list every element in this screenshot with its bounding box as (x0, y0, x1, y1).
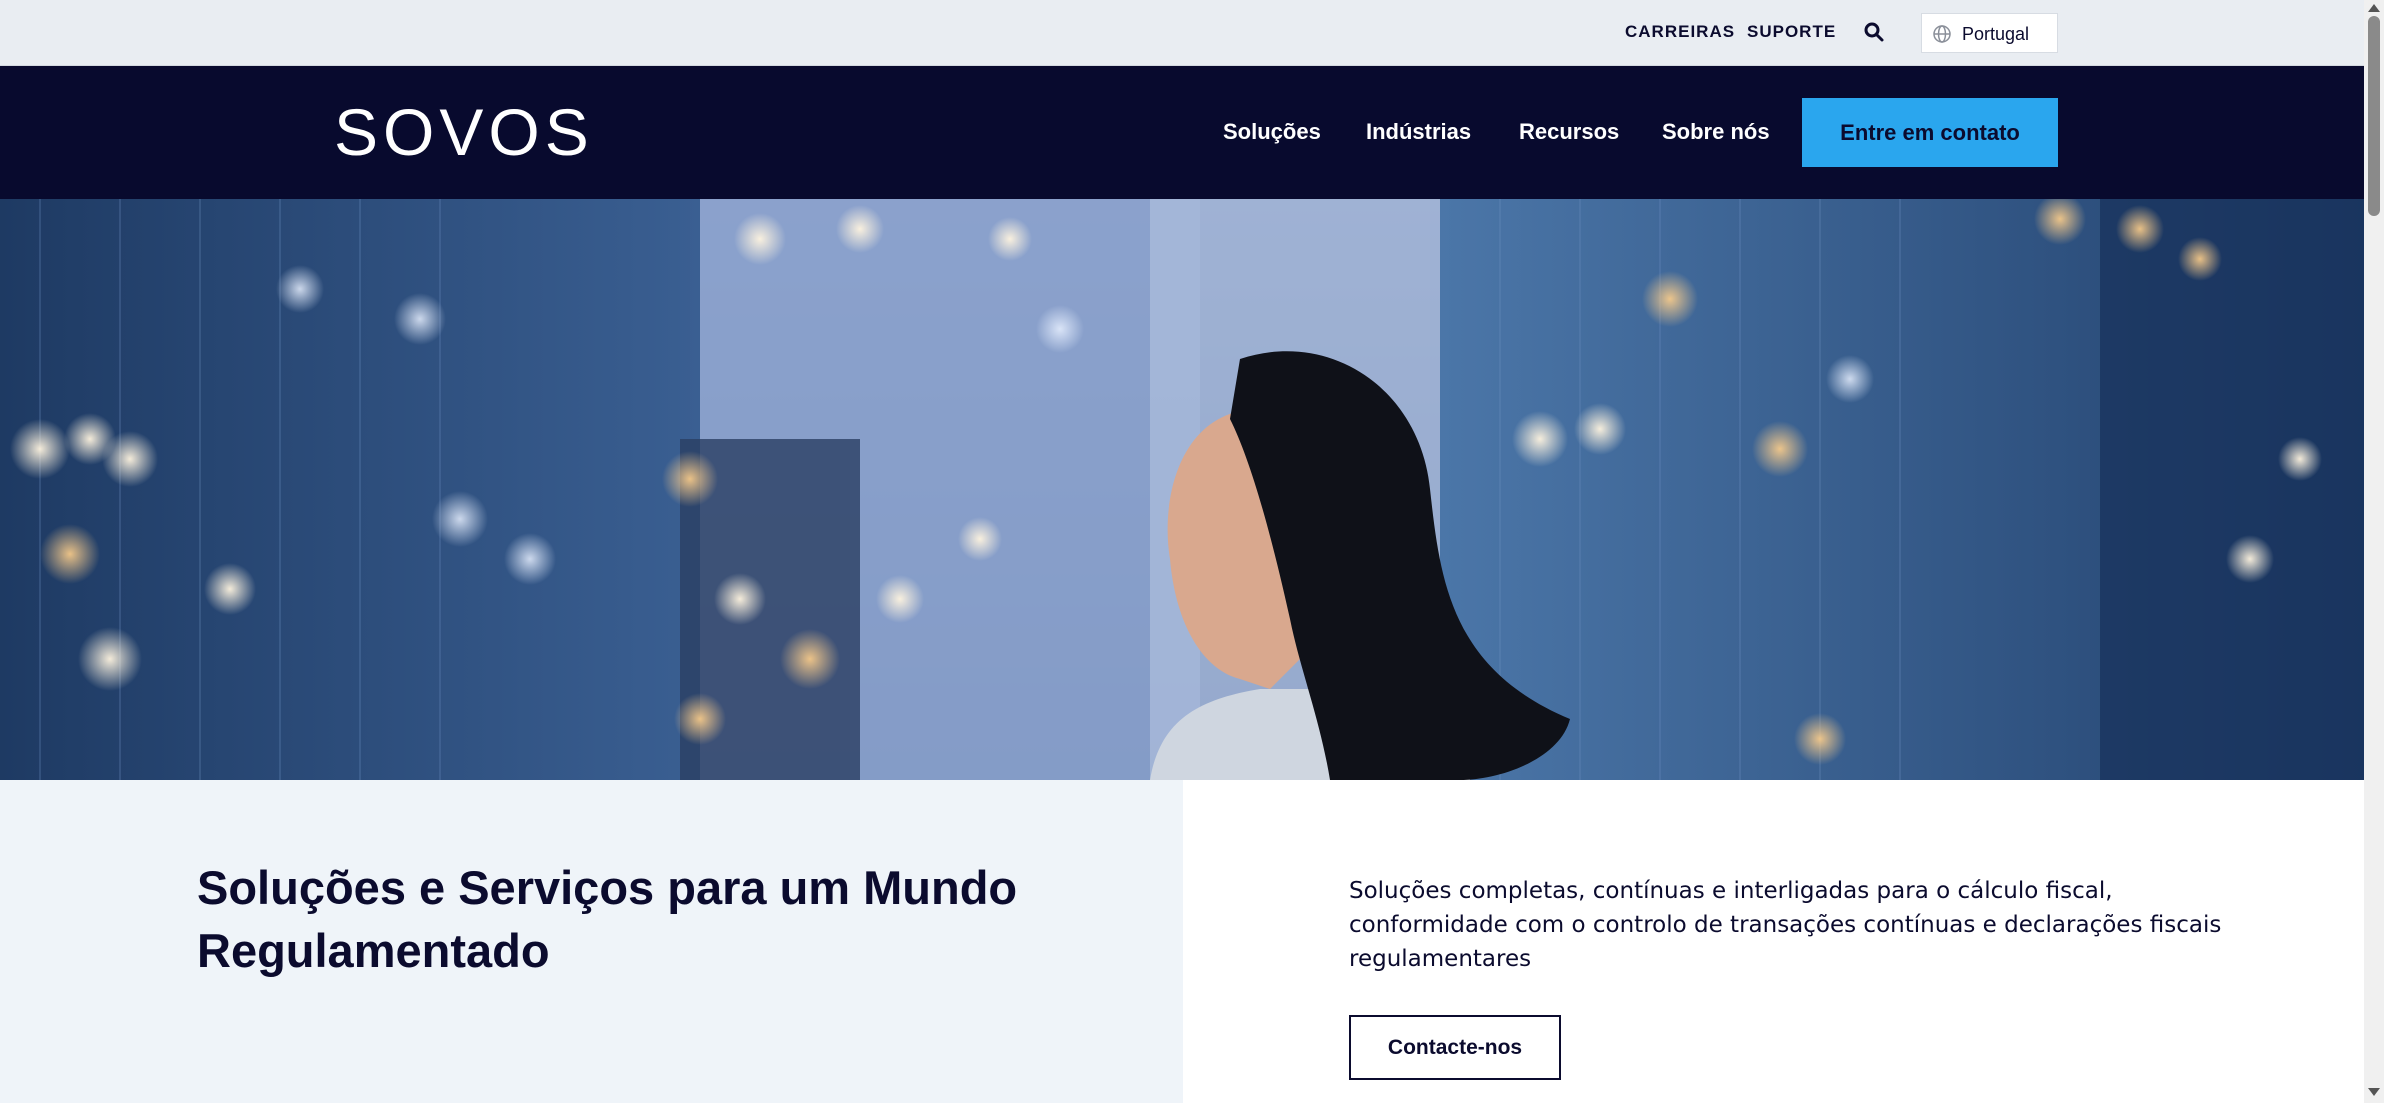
nav-item-recursos[interactable]: Recursos (1519, 119, 1619, 145)
utility-bar: CARREIRAS SUPORTE Portugal (0, 0, 2364, 66)
contact-button[interactable]: Contacte-nos (1349, 1015, 1561, 1080)
page-description: Soluções completas, contínuas e interlig… (1349, 878, 2222, 972)
sovos-logo[interactable]: SOVOS (334, 94, 594, 170)
hero-image (0, 199, 2364, 780)
language-selector[interactable]: Portugal (1921, 13, 2058, 53)
nav-item-sobre-nos[interactable]: Sobre nós (1662, 119, 1770, 145)
scroll-down-arrow-icon[interactable] (2368, 1088, 2380, 1096)
contact-cta-button[interactable]: Entre em contato (1802, 98, 2058, 167)
language-label: Portugal (1962, 24, 2030, 44)
main-navigation: SOVOS Soluções Indústrias Recursos Sobre… (0, 66, 2364, 199)
nav-item-industrias[interactable]: Indústrias (1366, 119, 1471, 145)
careers-link[interactable]: CARREIRAS (1625, 22, 1735, 42)
support-link[interactable]: SUPORTE (1747, 22, 1836, 42)
description-panel: Soluções completas, contínuas e interlig… (1183, 780, 2364, 1103)
globe-icon (1932, 24, 1952, 44)
headline-panel: Soluções e Serviços para um Mundo Regula… (0, 780, 1183, 1103)
scrollbar[interactable] (2364, 0, 2384, 1103)
page-title: Soluções e Serviços para um Mundo Regula… (197, 861, 1018, 977)
scroll-up-arrow-icon[interactable] (2368, 4, 2380, 12)
scrollbar-thumb[interactable] (2368, 16, 2380, 216)
search-icon[interactable] (1863, 21, 1885, 43)
nav-item-solucoes[interactable]: Soluções (1223, 119, 1321, 145)
hero-photo (0, 199, 2364, 780)
